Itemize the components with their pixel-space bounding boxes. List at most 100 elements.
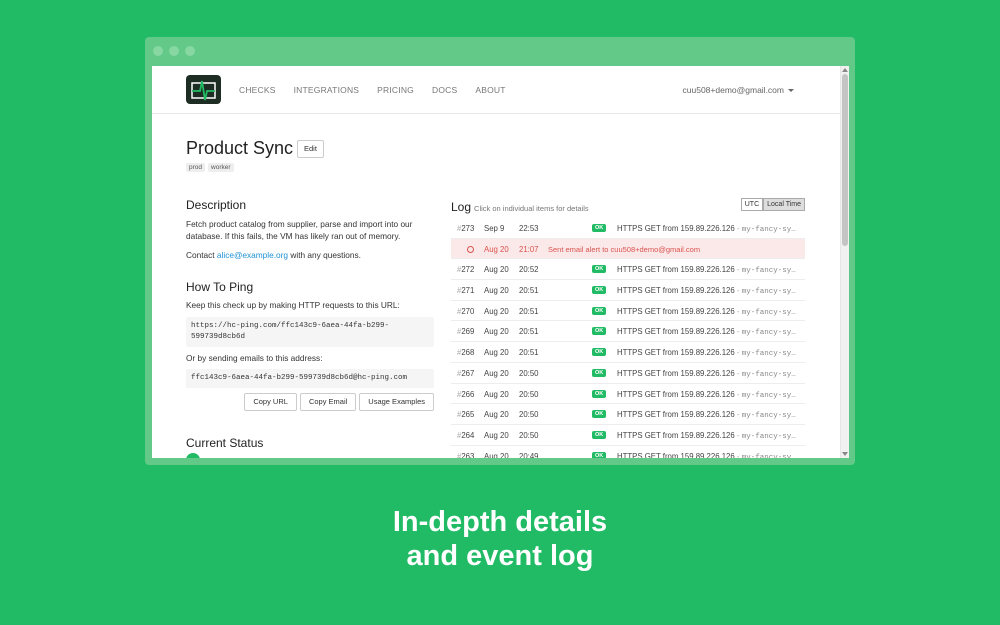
ok-badge: OK: [592, 265, 607, 274]
log-user-agent: my-fancy-sy…: [741, 329, 796, 338]
log-desc-text: HTTPS GET from 159.89.226.126: [617, 348, 735, 358]
log-row[interactable]: #270 Aug 20 20:51 OK HTTPS GET from 159.89.2…: [451, 301, 805, 322]
window-minimize-dot[interactable]: [169, 46, 179, 56]
contact-suffix: with any questions.: [288, 250, 361, 260]
log-date: Aug 20: [484, 244, 509, 254]
alert-text: Sent email alert to cuu508+demo@gmail.co…: [548, 244, 701, 254]
window-close-dot[interactable]: [153, 46, 163, 56]
log-description: HTTPS GET from 159.89.226.126 - my-fancy…: [617, 327, 796, 338]
log-time: 20:51: [519, 327, 539, 337]
tag-worker: worker: [208, 163, 234, 172]
tz-utc-button[interactable]: UTC: [740, 198, 764, 211]
log-row[interactable]: #271 Aug 20 20:51 OK HTTPS GET from 159.89.2…: [451, 280, 805, 301]
log-row[interactable]: #266 Aug 20 20:50 OK HTTPS GET from 159.89.2…: [451, 384, 805, 405]
scroll-down-icon[interactable]: [842, 452, 848, 456]
log-number: #271: [457, 286, 475, 296]
log-desc-text: HTTPS GET from 159.89.226.126: [617, 306, 735, 316]
log-date: Aug 20: [484, 451, 509, 458]
log-date: Aug 20: [484, 348, 509, 358]
scroll-thumb[interactable]: [842, 74, 848, 246]
ping-email[interactable]: ffc143c9-6aea-44fa-b299-599739d8cb6d@hc-…: [186, 369, 434, 388]
log-desc-text: HTTPS GET from 159.89.226.126: [617, 389, 735, 399]
log-row[interactable]: #265 Aug 20 20:50 OK HTTPS GET from 159.89.2…: [451, 404, 805, 425]
nav-links: CHECKS INTEGRATIONS PRICING DOCS ABOUT: [239, 85, 524, 95]
nav-about[interactable]: ABOUT: [475, 85, 505, 95]
marketing-caption: In-depth details and event log: [0, 505, 1000, 573]
log-table: #273 Sep 9 22:53 OK HTTPS GET from 159.89.22…: [451, 218, 805, 458]
log-date: Sep 9: [484, 224, 505, 233]
vertical-scrollbar[interactable]: [840, 66, 849, 458]
log-description: HTTPS GET from 159.89.226.126 - my-fancy…: [617, 430, 796, 441]
usage-examples-button[interactable]: Usage Examples: [359, 393, 434, 411]
log-description: HTTPS GET from 159.89.226.126 - my-fancy…: [617, 452, 796, 458]
browser-window: CHECKS INTEGRATIONS PRICING DOCS ABOUT c…: [145, 37, 855, 465]
check-tags: prod worker: [186, 163, 234, 172]
ok-badge: OK: [592, 286, 607, 295]
log-time: 21:07: [519, 244, 539, 254]
check-title: Product Sync: [186, 138, 294, 158]
log-number: #265: [457, 410, 475, 420]
log-row-alert[interactable]: Aug 20 21:07 Sent email alert to cuu508+de…: [451, 238, 805, 260]
user-menu[interactable]: cuu508+demo@gmail.com: [683, 85, 794, 95]
http-instructions: Keep this check up by making HTTP reques…: [186, 300, 400, 310]
healthchecks-logo[interactable]: [186, 75, 221, 104]
log-user-agent: my-fancy-sy…: [741, 308, 796, 317]
ok-badge: OK: [592, 327, 607, 336]
alert-icon: [467, 245, 474, 253]
log-time: 20:52: [519, 265, 539, 275]
log-user-agent: my-fancy-sy…: [741, 267, 796, 276]
log-number-value: 265: [461, 410, 475, 420]
log-number: #267: [457, 368, 475, 378]
log-row[interactable]: #268 Aug 20 20:51 OK HTTPS GET from 159.89.2…: [451, 342, 805, 363]
log-time: 22:53: [519, 224, 539, 233]
edit-button[interactable]: Edit: [297, 140, 324, 158]
log-time: 20:50: [519, 389, 539, 399]
nav-pricing[interactable]: PRICING: [377, 85, 414, 95]
tz-local-button[interactable]: Local Time: [763, 198, 805, 211]
log-number-value: 263: [461, 451, 475, 458]
log-description: HTTPS GET from 159.89.226.126 - my-fancy…: [617, 368, 796, 379]
log-description: HTTPS GET from 159.89.226.126 - my-fancy…: [617, 286, 796, 297]
log-number-value: 266: [461, 389, 475, 399]
log-user-agent: my-fancy-sy…: [741, 350, 796, 359]
how-to-ping-heading: How To Ping: [186, 280, 254, 294]
copy-url-button[interactable]: Copy URL: [244, 393, 297, 411]
log-row[interactable]: #269 Aug 20 20:51 OK HTTPS GET from 159.89.2…: [451, 321, 805, 343]
log-number-value: 264: [461, 430, 475, 440]
contact-email-link[interactable]: alice@example.org: [217, 250, 288, 260]
scroll-up-icon[interactable]: [842, 68, 848, 72]
log-number: #273: [457, 224, 475, 233]
ping-url[interactable]: https://hc-ping.com/ffc143c9-6aea-44fa-b…: [186, 317, 434, 347]
log-user-agent: my-fancy-sy…: [741, 432, 796, 441]
contact-prefix: Contact: [186, 250, 217, 260]
log-column: Log Click on individual items for details…: [451, 198, 805, 458]
copy-email-button[interactable]: Copy Email: [299, 393, 357, 411]
log-user-agent: my-fancy-sy…: [741, 288, 796, 297]
log-date: Aug 20: [484, 327, 509, 337]
log-description: HTTPS GET from 159.89.226.126 - my-fancy…: [617, 410, 796, 421]
log-row[interactable]: #264 Aug 20 20:50 OK HTTPS GET from 159.89.2…: [451, 425, 805, 446]
log-date: Aug 20: [484, 286, 509, 296]
ok-badge: OK: [592, 451, 607, 458]
log-row[interactable]: #272 Aug 20 20:52 OK HTTPS GET from 159.89.2…: [451, 259, 805, 281]
log-number: #266: [457, 389, 475, 399]
log-date: Aug 20: [484, 265, 509, 275]
log-row[interactable]: #267 Aug 20 20:50 OK HTTPS GET from 159.89.2…: [451, 363, 805, 384]
log-date: Aug 20: [484, 368, 509, 378]
log-desc-text: HTTPS GET from 159.89.226.126: [617, 410, 735, 420]
log-desc-text: HTTPS GET from 159.89.226.126: [617, 265, 735, 275]
log-row[interactable]: #273 Sep 9 22:53 OK HTTPS GET from 159.89.22…: [451, 218, 805, 239]
nav-integrations[interactable]: INTEGRATIONS: [294, 85, 360, 95]
log-row[interactable]: #263 Aug 20 20:49 OK HTTPS GET from 159.89.2…: [451, 446, 805, 458]
log-header: Log Click on individual items for details…: [451, 198, 805, 218]
nav-docs[interactable]: DOCS: [432, 85, 457, 95]
log-hint: Click on individual items for details: [474, 204, 589, 213]
log-user-agent: my-fancy-sy…: [741, 370, 796, 379]
user-email: cuu508+demo@gmail.com: [682, 85, 784, 95]
log-number-value: 271: [461, 286, 475, 296]
log-user-agent: my-fancy-sy…: [741, 453, 796, 458]
log-user-agent: my-fancy-sy…: [741, 226, 796, 234]
copy-buttons: Copy URL Copy Email Usage Examples: [186, 393, 434, 411]
window-maximize-dot[interactable]: [185, 46, 195, 56]
nav-checks[interactable]: CHECKS: [239, 85, 276, 95]
